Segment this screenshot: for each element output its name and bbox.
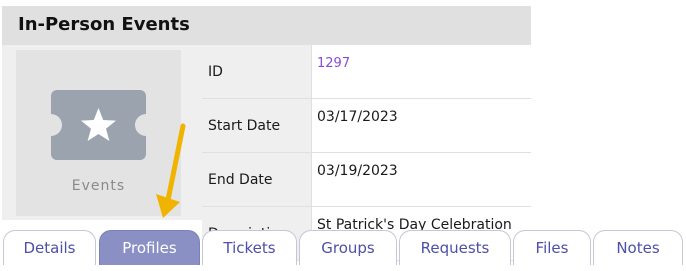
tab-requests[interactable]: Requests [399,230,511,265]
tab-files[interactable]: Files [513,230,591,265]
tab-groups[interactable]: Groups [299,230,397,265]
field-value: 03/19/2023 [311,152,531,207]
table-row: ID 1297 [202,45,531,99]
event-id-link[interactable]: 1297 [317,56,350,71]
ticket-star-icon [51,90,146,160]
field-label: Start Date [202,98,312,153]
field-label: End Date [202,152,312,207]
arrow-pointer-icon [156,123,186,218]
field-label: ID [202,45,312,99]
page-title: In-Person Events [18,14,190,35]
field-value: 03/17/2023 [311,98,531,153]
event-panel: In-Person Events Events ID 1297 Start Da… [2,6,531,261]
table-row: End Date 03/19/2023 [202,152,531,207]
table-row: Start Date 03/17/2023 [202,98,531,153]
tab-tickets[interactable]: Tickets [202,230,297,265]
tab-profiles[interactable]: Profiles [99,230,200,265]
field-value: 1297 [311,45,531,99]
panel-header: In-Person Events [2,6,531,45]
tab-details[interactable]: Details [3,230,96,265]
tab-notes[interactable]: Notes [593,230,683,265]
event-details-table: ID 1297 Start Date 03/17/2023 End Date 0… [202,45,531,261]
